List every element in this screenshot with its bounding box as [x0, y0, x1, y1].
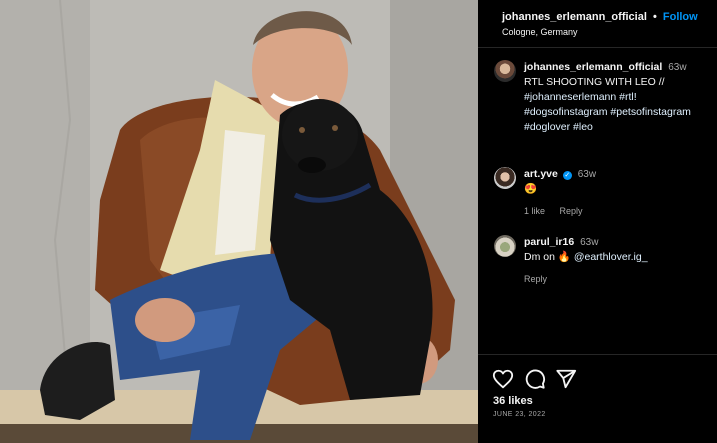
- post-date: JUNE 23, 2022: [493, 411, 546, 418]
- post-sidebar: johannes_erlemann_official • Follow Colo…: [478, 0, 717, 443]
- comment-text: Dm on 🔥: [524, 251, 571, 263]
- likes-count[interactable]: 36 likes: [493, 395, 533, 407]
- comment-item: art.yve ✓ 63w 😍 1 like Reply: [524, 167, 710, 219]
- author-avatar[interactable]: [494, 60, 516, 82]
- comment-likes[interactable]: 1 like: [524, 206, 545, 216]
- post-caption: johannes_erlemann_official 63w RTL SHOOT…: [524, 60, 710, 135]
- header-line: johannes_erlemann_official • Follow: [502, 11, 698, 23]
- share-icon[interactable]: [555, 368, 577, 390]
- comment-icon[interactable]: [524, 368, 546, 390]
- caption-text: RTL SHOOTING WITH LEO //: [524, 76, 665, 88]
- comment-time: 63w: [580, 237, 599, 248]
- header-separator: •: [652, 11, 657, 23]
- verified-badge-icon: ✓: [562, 171, 572, 180]
- post-photo[interactable]: [0, 0, 478, 443]
- comment-username[interactable]: parul_ir16: [524, 236, 574, 248]
- post-actions: 36 likes JUNE 23, 2022: [478, 354, 717, 443]
- commenter-avatar[interactable]: [494, 235, 516, 257]
- header-username[interactable]: johannes_erlemann_official: [502, 11, 647, 23]
- caption-hashtags[interactable]: #johanneserlemann #rtl! #dogsofinstagram…: [524, 91, 691, 133]
- comment-item: parul_ir16 63w Dm on 🔥 @earthlover.ig_ R…: [524, 235, 710, 287]
- comment-text: 😍: [524, 183, 538, 195]
- photo-illustration: [0, 0, 478, 443]
- location-link[interactable]: Cologne, Germany: [502, 27, 578, 37]
- heart-icon[interactable]: [492, 368, 514, 390]
- caption-time: 63w: [668, 62, 687, 73]
- comment-meta: 1 like Reply: [524, 204, 710, 219]
- reply-button[interactable]: Reply: [524, 274, 547, 284]
- follow-button[interactable]: Follow: [663, 11, 698, 23]
- comment-meta: Reply: [524, 272, 710, 287]
- comment-mention[interactable]: @earthlover.ig_: [574, 251, 648, 263]
- reply-button[interactable]: Reply: [560, 206, 583, 216]
- commenter-avatar[interactable]: [494, 167, 516, 189]
- comment-username[interactable]: art.yve: [524, 168, 558, 180]
- post-header: johannes_erlemann_official • Follow Colo…: [478, 0, 717, 48]
- comment-time: 63w: [577, 169, 597, 180]
- caption-username[interactable]: johannes_erlemann_official: [524, 61, 662, 73]
